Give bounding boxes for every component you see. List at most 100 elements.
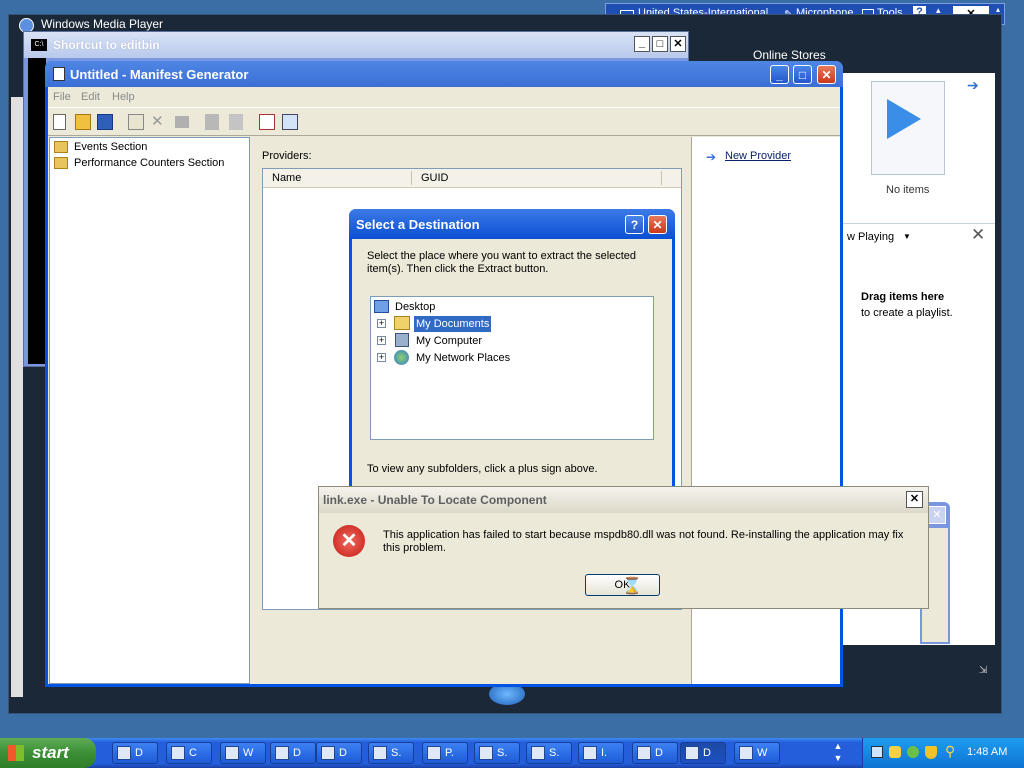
taskbar-button[interactable]: W — [734, 742, 780, 764]
taskbar-button[interactable]: D — [316, 742, 362, 764]
start-label: start — [32, 743, 69, 762]
taskbar-button-label: W — [757, 747, 768, 759]
menu-edit[interactable]: Edit — [81, 91, 100, 103]
wmp-gray-area — [11, 97, 23, 697]
taskbar-button[interactable]: I. — [578, 742, 624, 764]
taskbar-button[interactable]: C — [166, 742, 212, 764]
sections-tree: Events Section Performance Counters Sect… — [49, 137, 250, 684]
error-close-button[interactable]: ✕ — [906, 491, 923, 508]
delete-icon[interactable]: ✕ — [151, 112, 167, 130]
wmp-now-playing[interactable]: w Playing — [847, 231, 894, 243]
taskbar-button[interactable]: S. — [526, 742, 572, 764]
manifest-app-icon — [53, 67, 65, 81]
forward-arrow-icon[interactable]: ➔ — [967, 77, 979, 94]
taskbar-button-label: S. — [549, 747, 560, 759]
taskbar-button[interactable]: S. — [474, 742, 520, 764]
taskbar-button[interactable]: D — [112, 742, 158, 764]
dest-instructions: Select the place where you want to extra… — [367, 250, 637, 275]
column-divider — [661, 171, 662, 185]
tree-item-events-label: Events Section — [74, 141, 148, 153]
taskbar-button-label: D — [655, 747, 663, 759]
wmp-divider — [843, 223, 995, 224]
console-title: Shortcut to editbin — [53, 38, 160, 52]
taskbar-scroll[interactable]: ▲ ▼ — [829, 740, 847, 766]
taskbar-button[interactable]: W — [220, 742, 266, 764]
column-header-guid[interactable]: GUID — [421, 172, 449, 184]
paste-icon[interactable] — [229, 114, 243, 130]
tree-desktop-label: Desktop — [395, 301, 436, 313]
start-button[interactable]: start — [0, 738, 96, 768]
tray-shield-icon[interactable] — [925, 746, 937, 759]
wmp-drag-title: Drag items here — [861, 291, 945, 303]
manifest-minimize-button[interactable]: _ — [770, 65, 789, 84]
tray-search-icon[interactable]: ⚲ — [945, 743, 955, 760]
taskbar-button[interactable]: D — [680, 742, 726, 764]
tree-my-computer-label: My Computer — [416, 335, 483, 347]
taskbar-button-label: D — [293, 747, 301, 759]
wmp-no-items: No items — [886, 184, 930, 196]
taskbar-button[interactable]: P. — [422, 742, 468, 764]
folder-icon — [54, 157, 68, 169]
tray-sync-icon[interactable] — [907, 746, 919, 758]
taskbar-button-label: I. — [601, 747, 608, 759]
menu-file[interactable]: File — [53, 91, 71, 103]
network-places-icon — [394, 350, 409, 365]
tray-phone-icon[interactable] — [889, 746, 901, 758]
expand-plus-icon[interactable]: + — [377, 319, 386, 328]
dest-title: Select a Destination — [356, 217, 480, 232]
now-playing-dropdown-icon[interactable]: ▼ — [903, 232, 911, 241]
error-dialog: link.exe - Unable To Locate Component ✕ … — [318, 486, 929, 609]
taskbar-button[interactable]: S. — [368, 742, 414, 764]
taskbar-button[interactable]: D — [270, 742, 316, 764]
expand-plus-icon[interactable]: + — [377, 353, 386, 362]
dest-help-button[interactable]: ? — [625, 215, 644, 234]
new-provider-link[interactable]: New Provider — [725, 150, 791, 162]
properties-icon[interactable] — [175, 116, 189, 128]
generate-icon[interactable] — [259, 114, 275, 130]
wmp-drag-sub: to create a playlist. — [861, 307, 953, 319]
fragment-close-button[interactable]: ✕ — [928, 506, 946, 524]
expand-plus-icon[interactable]: + — [377, 336, 386, 345]
taskbar-button[interactable]: D — [632, 742, 678, 764]
wmp-resize-icon[interactable]: ⇲ — [979, 665, 987, 676]
taskbar-button-label: S. — [497, 747, 508, 759]
console-icon: C:\ — [31, 39, 47, 51]
console-close-button[interactable]: ✕ — [670, 36, 686, 52]
menu-bar: File Edit Help — [48, 87, 840, 107]
new-file-icon[interactable] — [53, 114, 66, 130]
clear-list-icon[interactable]: ✕ — [971, 225, 985, 245]
error-title: link.exe - Unable To Locate Component — [323, 493, 547, 507]
taskbar-button-label: D — [135, 747, 143, 759]
dest-client: Select the place where you want to extra… — [352, 239, 672, 497]
console-maximize-button[interactable]: □ — [652, 36, 668, 52]
windows-logo-icon — [8, 745, 24, 761]
desktop-icon — [374, 300, 389, 313]
error-icon: ✕ — [333, 525, 365, 557]
dest-close-button[interactable]: ✕ — [648, 215, 667, 234]
taskbar-button-label: W — [243, 747, 254, 759]
wmp-online-stores[interactable]: Online Stores — [753, 48, 826, 62]
providers-label: Providers: — [262, 150, 312, 162]
edit-icon[interactable] — [128, 114, 144, 130]
clock[interactable]: 1:48 AM — [967, 746, 1007, 758]
system-tray: ⚲ 1:48 AM — [862, 738, 1024, 768]
play-icon — [887, 99, 921, 139]
tray-network-icon[interactable] — [871, 746, 883, 758]
menu-help[interactable]: Help — [112, 91, 135, 103]
taskbar-button-label: S. — [391, 747, 402, 759]
column-header-name[interactable]: Name — [272, 172, 301, 184]
tree-item-perf-counters-label: Performance Counters Section — [74, 157, 225, 169]
save-icon[interactable] — [97, 114, 113, 130]
tree-my-network-places-label: My Network Places — [416, 352, 511, 364]
console-body — [28, 58, 46, 364]
providers-header — [263, 169, 681, 188]
copy-icon[interactable] — [205, 114, 219, 130]
taskbar: start D C W D D S. P. S. S. I. D D W ▲ ▼ ⚲ 1:48 AM — [0, 738, 1024, 768]
open-folder-icon[interactable] — [75, 114, 91, 130]
new-provider-arrow-icon: ➔ — [706, 150, 717, 164]
console-minimize-button[interactable]: _ — [634, 36, 650, 52]
preview-icon[interactable] — [282, 114, 298, 130]
manifest-close-button[interactable]: ✕ — [817, 65, 836, 84]
folder-tree[interactable]: Desktop + My Documents + My Computer + M… — [370, 296, 654, 440]
manifest-maximize-button[interactable]: □ — [793, 65, 812, 84]
